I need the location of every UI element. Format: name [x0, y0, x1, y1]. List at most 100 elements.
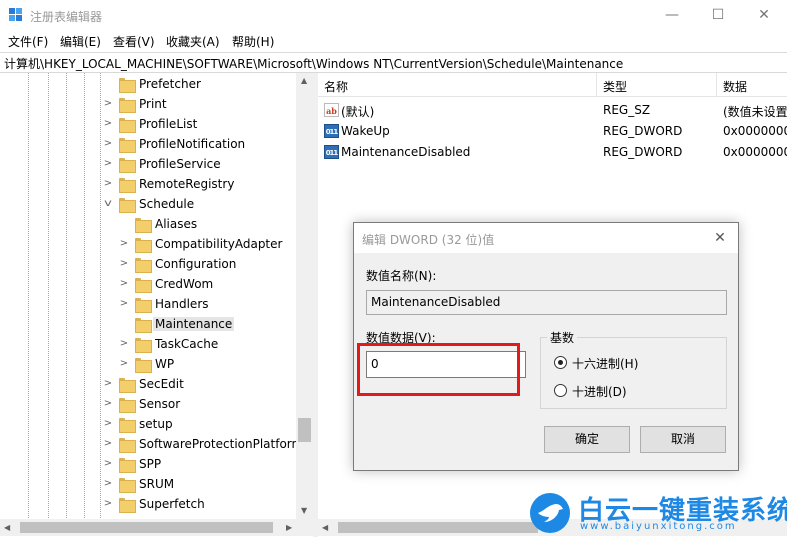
tree-item[interactable]: Maintenance — [0, 315, 296, 335]
chevron-right-icon[interactable]: > — [103, 378, 113, 390]
scroll-left-icon[interactable]: ◀ — [322, 523, 328, 532]
tree-item[interactable]: > ProfileList — [0, 115, 296, 135]
tree-item-label[interactable]: ProfileList — [139, 117, 197, 131]
tree-item-label[interactable]: Print — [139, 97, 167, 111]
tree-item[interactable]: v Schedule — [0, 195, 296, 215]
tree-item-label[interactable]: Sensor — [139, 397, 180, 411]
tree-item[interactable]: > Handlers — [0, 295, 296, 315]
scroll-left-icon[interactable]: ◀ — [4, 523, 10, 532]
chevron-right-icon[interactable]: > — [119, 278, 129, 290]
column-header-type[interactable]: 类型 — [597, 73, 717, 97]
tree-item-label[interactable]: setup — [139, 417, 173, 431]
column-header-data[interactable]: 数据 — [717, 73, 787, 97]
close-button[interactable]: ✕ — [741, 0, 787, 30]
folder-icon — [119, 178, 136, 193]
tree-item-label[interactable]: Maintenance — [153, 317, 235, 331]
menu-view[interactable]: 查看(V) — [113, 33, 155, 50]
minimize-button[interactable]: — — [649, 0, 695, 30]
radio-decimal-label[interactable]: 十进制(D) — [572, 383, 627, 400]
chevron-right-icon[interactable]: > — [119, 358, 129, 370]
radio-hexadecimal[interactable] — [554, 356, 567, 369]
tree-item-label[interactable]: TaskCache — [155, 337, 218, 351]
scroll-down-icon[interactable]: ▼ — [301, 506, 307, 515]
tree-item-label[interactable]: Configuration — [155, 257, 236, 271]
radio-decimal[interactable] — [554, 384, 567, 397]
tree-item-label[interactable]: CompatibilityAdapter — [155, 237, 282, 251]
tree-item[interactable]: > setup — [0, 415, 296, 435]
tree-item-label[interactable]: SoftwareProtectionPlatform — [139, 437, 303, 451]
tree-item[interactable]: Aliases — [0, 215, 296, 235]
folder-icon — [119, 498, 136, 513]
tree-item[interactable]: > RemoteRegistry — [0, 175, 296, 195]
tree-item[interactable]: > TaskCache — [0, 335, 296, 355]
chevron-right-icon[interactable]: > — [103, 178, 113, 190]
tree-item-label[interactable]: Superfetch — [139, 497, 205, 511]
column-header-name[interactable]: 名称 — [318, 73, 597, 97]
ok-button[interactable]: 确定 — [544, 426, 630, 453]
tree-item-label[interactable]: Schedule — [139, 197, 194, 211]
tree-item[interactable]: > CompatibilityAdapter — [0, 235, 296, 255]
chevron-right-icon[interactable]: > — [103, 98, 113, 110]
chevron-right-icon[interactable]: > — [103, 498, 113, 510]
tree-scroll-thumb[interactable] — [298, 418, 311, 442]
tree-item-label[interactable]: ProfileService — [139, 157, 221, 171]
maximize-button[interactable]: ☐ — [695, 0, 741, 30]
scroll-right-icon[interactable]: ▶ — [286, 523, 292, 532]
tree-item-label[interactable]: Prefetcher — [139, 77, 201, 91]
tree-item[interactable]: > SPP — [0, 455, 296, 475]
tree-item[interactable]: > Print — [0, 95, 296, 115]
chevron-right-icon[interactable]: > — [119, 258, 129, 270]
tree-hscroll-thumb[interactable] — [20, 522, 273, 533]
chevron-right-icon[interactable]: > — [103, 118, 113, 130]
chevron-right-icon[interactable]: > — [103, 478, 113, 490]
chevron-down-icon[interactable]: v — [102, 198, 115, 210]
cancel-button[interactable]: 取消 — [640, 426, 726, 453]
tree-item[interactable]: > WP — [0, 355, 296, 375]
tree-item-label[interactable]: CredWom — [155, 277, 213, 291]
menu-favorites[interactable]: 收藏夹(A) — [166, 33, 220, 50]
tree-item[interactable]: > SRUM — [0, 475, 296, 495]
chevron-right-icon[interactable]: > — [119, 338, 129, 350]
tree-item[interactable]: > Sensor — [0, 395, 296, 415]
chevron-right-icon[interactable]: > — [103, 458, 113, 470]
tree-vertical-scrollbar[interactable]: ▲ ▼ — [296, 73, 313, 519]
tree-item-label[interactable]: SecEdit — [139, 377, 184, 391]
menu-edit[interactable]: 编辑(E) — [60, 33, 101, 50]
tree-item-label[interactable]: ProfileNotification — [139, 137, 245, 151]
dialog-close-icon[interactable]: ✕ — [710, 228, 730, 248]
chevron-right-icon[interactable]: > — [119, 298, 129, 310]
chevron-right-icon[interactable]: > — [103, 438, 113, 450]
tree-item-label[interactable]: WP — [155, 357, 174, 371]
folder-icon — [119, 118, 136, 133]
tree-item[interactable]: Prefetcher — [0, 75, 296, 95]
list-hscroll-thumb[interactable] — [338, 522, 538, 533]
tree-item[interactable]: > SecEdit — [0, 375, 296, 395]
tree-item[interactable]: > ProfileNotification — [0, 135, 296, 155]
menu-help[interactable]: 帮助(H) — [232, 33, 274, 50]
address-path[interactable]: 计算机\HKEY_LOCAL_MACHINE\SOFTWARE\Microsof… — [4, 55, 623, 72]
tree-item[interactable]: > Superfetch — [0, 495, 296, 515]
chevron-right-icon[interactable]: > — [103, 398, 113, 410]
folder-icon — [119, 398, 136, 413]
chevron-right-icon[interactable]: > — [103, 158, 113, 170]
tree-item-label[interactable]: Aliases — [155, 217, 197, 231]
tree-item[interactable]: > CredWom — [0, 275, 296, 295]
tree-horizontal-scrollbar[interactable]: ◀ ▶ — [0, 519, 313, 536]
chevron-right-icon[interactable]: > — [103, 138, 113, 150]
tree-item-label[interactable]: RemoteRegistry — [139, 177, 234, 191]
radio-hexadecimal-label[interactable]: 十六进制(H) — [572, 355, 638, 372]
scroll-up-icon[interactable]: ▲ — [301, 76, 307, 85]
value-row[interactable]: 011 MaintenanceDisabled REG_DWORD 0x0000000 — [318, 142, 787, 163]
tree-item[interactable]: > Configuration — [0, 255, 296, 275]
tree-item-label[interactable]: SPP — [139, 457, 161, 471]
tree-item-label[interactable]: SRUM — [139, 477, 174, 491]
tree-item[interactable]: > SoftwareProtectionPlatform — [0, 435, 303, 455]
menu-file[interactable]: 文件(F) — [8, 33, 48, 50]
value-row[interactable]: ab (默认) REG_SZ (数值未设置 — [318, 100, 787, 121]
tree-item-label[interactable]: Handlers — [155, 297, 209, 311]
tree-item[interactable]: > ProfileService — [0, 155, 296, 175]
address-bar[interactable]: 计算机\HKEY_LOCAL_MACHINE\SOFTWARE\Microsof… — [0, 52, 787, 73]
value-row[interactable]: 011 WakeUp REG_DWORD 0x0000000 — [318, 121, 787, 142]
chevron-right-icon[interactable]: > — [103, 418, 113, 430]
chevron-right-icon[interactable]: > — [119, 238, 129, 250]
